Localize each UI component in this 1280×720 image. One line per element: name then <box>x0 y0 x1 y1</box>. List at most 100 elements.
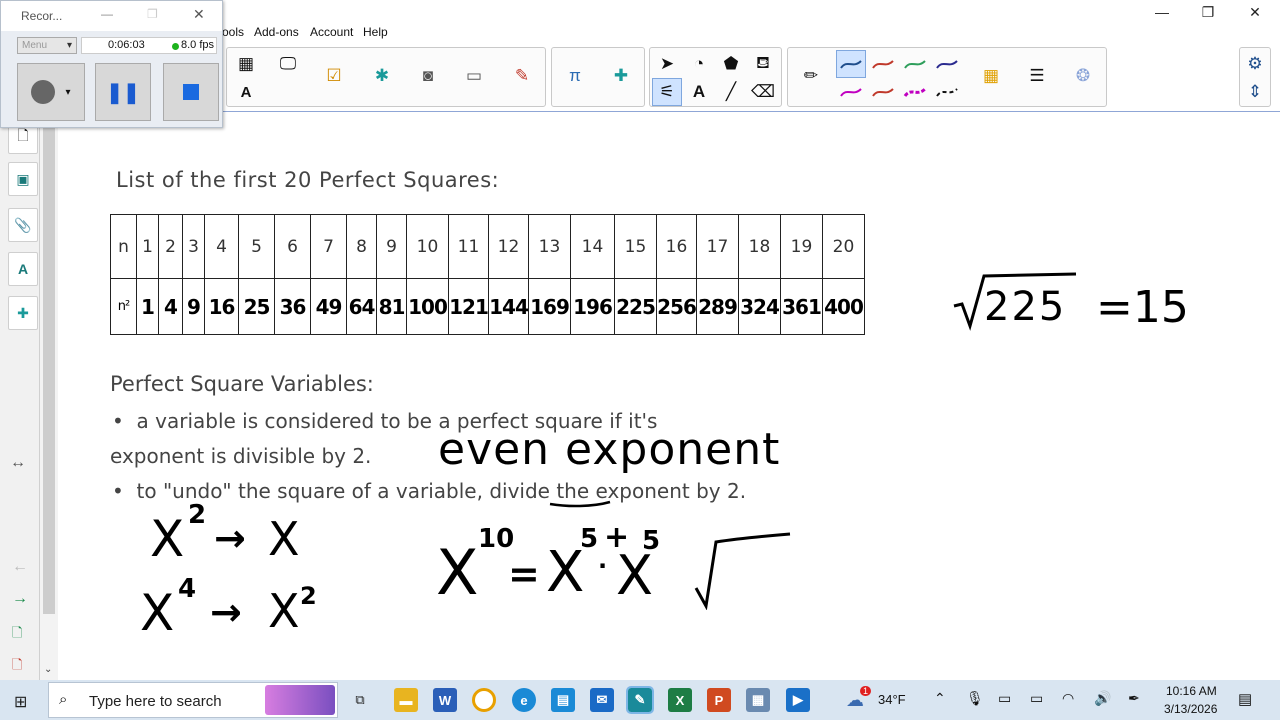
activity-icon[interactable]: ☑ <box>319 62 349 90</box>
microphone-icon[interactable]: 🎙 <box>966 690 984 707</box>
close-button[interactable]: ✕ <box>1232 2 1278 22</box>
toolbar-group-insert: ▦ A 🖵 ☑ ✱ ◙ ▭ ✎ <box>226 47 546 107</box>
scrollbar-thumb[interactable] <box>43 124 55 614</box>
example-2-exponent: 4 <box>178 574 197 604</box>
widget-icon[interactable]: ✚ <box>606 62 636 90</box>
table-cell-n: 10 <box>406 214 449 279</box>
video-icon[interactable]: ▭ <box>459 62 489 90</box>
table-cell-square: 36 <box>274 278 311 335</box>
battery-icon[interactable]: ▭ <box>1030 690 1043 707</box>
recorder-fps: 8.0 fps <box>181 39 215 51</box>
gear-icon[interactable]: ⚙ <box>1240 50 1270 78</box>
weather-badge: 1 <box>860 686 872 696</box>
pen-pink-swatch[interactable] <box>868 78 898 106</box>
scroll-down-icon[interactable]: ⌄ <box>44 664 52 675</box>
file-explorer-icon[interactable]: ▬ <box>394 688 418 712</box>
store-icon[interactable]: ▤ <box>551 688 575 712</box>
pen-green-swatch[interactable] <box>900 50 930 78</box>
example-3-exponent: 10 <box>478 524 515 554</box>
clipboard-icon[interactable]: ▦ <box>746 688 770 712</box>
pen-menu-icon[interactable]: ✒ <box>1128 690 1140 707</box>
math-pi-icon[interactable]: π <box>560 62 590 90</box>
display-icon[interactable]: ▭ <box>998 690 1011 707</box>
edge-icon[interactable]: e <box>512 688 536 712</box>
side-tabs: 🗋 ▣ 📎 A ✚ ↔ ← → 🗋 🗋 <box>0 112 40 680</box>
table-cell-square: 64 <box>346 278 377 335</box>
taskbar-search-box[interactable]: ⌕ Type here to search <box>48 682 338 718</box>
properties-icon[interactable]: ⚟ <box>652 78 682 106</box>
example-2-base: X <box>140 584 175 642</box>
delete-page-icon[interactable]: 🗋 <box>12 656 22 678</box>
show-hidden-icons-icon[interactable]: ⌃ <box>934 690 946 707</box>
restore-button[interactable]: ❐ <box>1185 2 1231 22</box>
select-arrow-icon[interactable]: ➤ <box>652 50 682 78</box>
menu-add-ons[interactable]: Add-ons <box>254 25 299 39</box>
notifications-icon[interactable]: ▤ <box>1238 690 1252 708</box>
windows-start-icon[interactable]: ⊞ <box>14 692 27 712</box>
menu-account[interactable]: Account <box>310 25 353 39</box>
table-cell-square: 144 <box>488 278 529 335</box>
pause-button[interactable]: ❚❚ <box>95 63 151 121</box>
response-icon[interactable]: ✎ <box>507 62 537 90</box>
pen-icon[interactable]: ✏ <box>796 62 826 90</box>
volume-icon[interactable]: 🔊 <box>1094 690 1111 707</box>
excel-icon[interactable]: X <box>668 688 692 712</box>
text-format-icon[interactable]: A <box>231 78 261 106</box>
add-on-icon[interactable]: ✱ <box>367 62 397 90</box>
paint-bucket-icon[interactable]: ⛾ <box>748 50 778 78</box>
line-style-icon[interactable]: ☰ <box>1022 62 1052 90</box>
gallery-icon[interactable]: ▣ <box>8 162 38 196</box>
pen-blue-swatch[interactable] <box>836 50 866 78</box>
recorder-minimize-button[interactable]: — <box>101 7 113 21</box>
effects-icon[interactable]: ❂ <box>1068 62 1098 90</box>
record-button[interactable]: ▾ <box>17 63 85 121</box>
attachments-icon[interactable]: 📎 <box>8 208 38 242</box>
menu-help[interactable]: Help <box>363 25 388 39</box>
vertical-scrollbar[interactable]: ⌄ <box>40 112 58 680</box>
powerpoint-icon[interactable]: P <box>707 688 731 712</box>
pen-magenta-swatch[interactable] <box>836 78 866 106</box>
pen-navy-swatch[interactable] <box>932 50 962 78</box>
table-cell-square: 100 <box>406 278 449 335</box>
recorder-maximize-button[interactable]: ❐ <box>147 7 158 21</box>
eraser-icon[interactable]: ⌫ <box>748 78 778 106</box>
media-player-icon[interactable]: ▶ <box>786 688 810 712</box>
recorder-close-button[interactable]: ✕ <box>193 6 205 23</box>
stop-button[interactable] <box>163 63 219 121</box>
smart-notebook-taskbar-icon[interactable]: ✎ <box>626 686 654 714</box>
wifi-icon[interactable]: ◠ <box>1062 690 1074 707</box>
camera-icon[interactable]: ◙ <box>413 62 443 90</box>
clock-time[interactable]: 10:16 AM <box>1166 684 1217 698</box>
toolbar-group-settings: ⚙ ⇕ <box>1239 47 1271 107</box>
chrome-icon[interactable] <box>472 688 496 712</box>
minimize-button[interactable]: — <box>1139 2 1185 22</box>
pen-black-dashed-swatch[interactable] <box>932 78 962 106</box>
table-cell-square: 121 <box>448 278 489 335</box>
recorder-menu-dropdown[interactable]: Menu ▾ <box>17 37 77 54</box>
add-page-icon[interactable]: 🗋 <box>12 624 22 646</box>
windows-taskbar: ⊞ ⌕ Type here to search ⧉ ▬ W e ▤ ✉ ✎ X … <box>0 680 1280 720</box>
next-page-icon[interactable]: → <box>12 590 28 608</box>
word-icon[interactable]: W <box>433 688 457 712</box>
table-icon[interactable]: ▦ <box>231 50 261 78</box>
chevron-down-icon: ▾ <box>66 40 72 51</box>
add-ons-tab-icon[interactable]: ✚ <box>8 296 38 330</box>
resize-handle-icon[interactable]: ↔ <box>10 454 26 472</box>
previous-page-icon[interactable]: ← <box>12 558 28 576</box>
pen-dashed-swatch[interactable] <box>900 78 930 106</box>
menu-tools[interactable]: ools <box>222 25 244 39</box>
color-palette-icon[interactable]: ▦ <box>976 62 1006 90</box>
mail-icon[interactable]: ✉ <box>590 688 614 712</box>
fill-shape-icon[interactable]: ⬟ <box>716 50 746 78</box>
record-dropdown-icon[interactable]: ▾ <box>65 87 70 98</box>
shapes-icon[interactable]: ◔ <box>684 50 714 78</box>
task-view-icon[interactable]: ⧉ <box>348 688 372 712</box>
pen-red-swatch[interactable] <box>868 50 898 78</box>
screen-capture-icon[interactable]: 🖵 <box>273 50 303 78</box>
text-tool-icon[interactable]: A <box>684 78 714 106</box>
toolbar-position-icon[interactable]: ⇕ <box>1240 78 1270 106</box>
clock-date[interactable]: 3/13/2026 <box>1164 702 1217 716</box>
table-cell-n: 7 <box>310 214 347 279</box>
line-tool-icon[interactable]: ╱ <box>716 78 746 106</box>
properties-tab-icon[interactable]: A <box>8 252 38 286</box>
